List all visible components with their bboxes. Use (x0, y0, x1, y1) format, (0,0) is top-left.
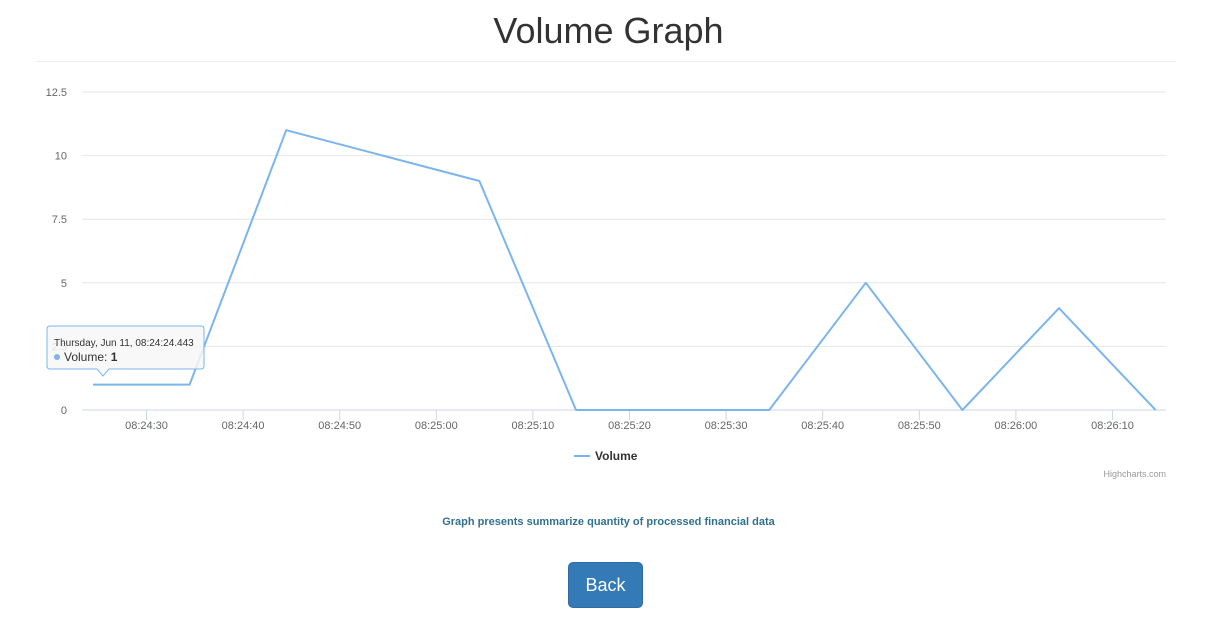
x-tick-label: 08:25:30 (705, 420, 748, 432)
y-tick-label: 12.5 (46, 87, 67, 99)
data-point (864, 281, 868, 285)
x-tick-label: 08:25:00 (415, 420, 458, 432)
data-point (477, 179, 481, 183)
data-point (381, 154, 385, 158)
x-tick-label: 08:25:40 (801, 420, 844, 432)
chart-caption: Graph presents summarize quantity of pro… (442, 516, 775, 528)
tooltip-series-marker (54, 354, 60, 360)
data-point (574, 408, 578, 412)
x-tick-label: 08:24:40 (222, 420, 265, 432)
data-point (1154, 408, 1158, 412)
x-tick-label: 08:24:30 (125, 420, 168, 432)
volume-chart: 02.557.51012.508:24:3008:24:4008:24:5008… (46, 87, 1166, 479)
data-point (671, 408, 675, 412)
tooltip-value: 1 (111, 350, 118, 364)
x-tick-label: 08:25:20 (608, 420, 651, 432)
x-tick-label: 08:24:50 (318, 420, 361, 432)
x-tick-label: 08:25:50 (898, 420, 941, 432)
legend-label-volume: Volume (595, 449, 638, 463)
data-point (1057, 306, 1061, 310)
data-point (284, 128, 288, 132)
series-line-volume (93, 129, 1157, 411)
tooltip-series-label: Volume: (64, 350, 111, 364)
credits-label: Highcharts.com (1103, 469, 1166, 479)
y-tick-label: 0 (61, 405, 67, 417)
x-tick-label: 08:26:10 (1091, 420, 1134, 432)
tooltip-header: Thursday, Jun 11, 08:24:24.443 (54, 338, 194, 349)
back-button[interactable]: Back (568, 562, 643, 608)
y-tick-label: 7.5 (52, 214, 67, 226)
data-point (767, 408, 771, 412)
data-point (188, 383, 192, 387)
x-tick-label: 08:26:00 (994, 420, 1037, 432)
x-tick-label: 08:25:10 (511, 420, 554, 432)
tooltip-value-line: Volume: 1 (64, 350, 118, 364)
y-tick-label: 5 (61, 278, 67, 290)
data-point (960, 408, 964, 412)
y-tick-label: 10 (55, 151, 67, 163)
data-point (91, 383, 95, 387)
